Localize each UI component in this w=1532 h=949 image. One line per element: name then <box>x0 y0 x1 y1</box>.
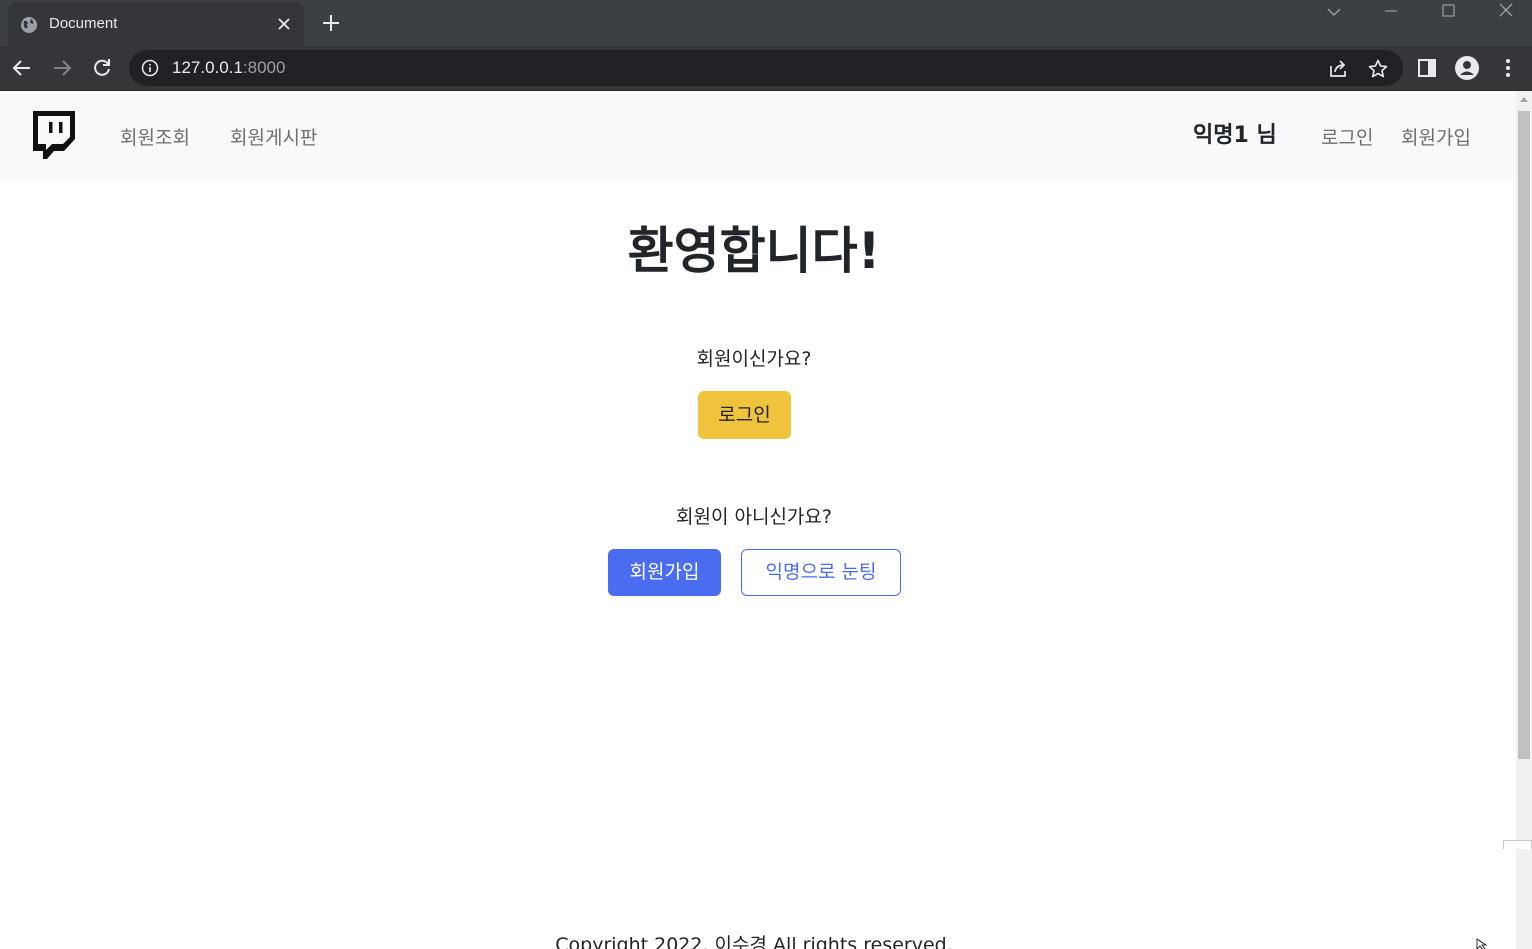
user-greeting: 익명1 님 <box>1193 123 1277 148</box>
page-title: 환영합니다! <box>627 222 881 280</box>
address-bar[interactable]: 127.0.0.1:8000 <box>129 50 1403 86</box>
site-info-icon[interactable] <box>141 59 159 77</box>
browser-tab[interactable]: Document <box>8 2 304 46</box>
tab-title: Document <box>49 15 118 32</box>
site-navbar: 회원조회 회원게시판 익명1 님 로그인 회원가입 <box>0 91 1516 181</box>
url-port: :8000 <box>242 58 286 77</box>
nav-member-list[interactable]: 회원조회 <box>120 123 190 150</box>
tab-search-icon[interactable] <box>1314 0 1354 24</box>
mouse-cursor-icon <box>1476 938 1488 949</box>
side-panel-icon[interactable] <box>1415 56 1439 80</box>
twitch-logo-icon[interactable] <box>31 111 77 161</box>
anonymous-browse-button[interactable]: 익명으로 눈팅 <box>741 549 901 596</box>
translate-popup-corner <box>1503 840 1532 849</box>
browser-toolbar: 127.0.0.1:8000 <box>0 46 1532 90</box>
minimize-icon[interactable] <box>1371 0 1411 24</box>
url-text: 127.0.0.1:8000 <box>172 58 285 78</box>
profile-avatar-icon[interactable] <box>1455 56 1479 80</box>
new-tab-icon[interactable] <box>320 12 342 34</box>
nav-member-board[interactable]: 회원게시판 <box>230 123 317 150</box>
forward-icon[interactable] <box>50 56 74 80</box>
footer-copyright: Copyright 2022. 이수경 All rights reserved. <box>555 934 953 949</box>
page-scrollbar[interactable] <box>1516 91 1532 949</box>
nav-login[interactable]: 로그인 <box>1321 123 1373 150</box>
member-question: 회원이신가요? <box>696 348 812 370</box>
login-button[interactable]: 로그인 <box>698 391 791 439</box>
signup-button[interactable]: 회원가입 <box>608 549 721 596</box>
window-close-icon[interactable] <box>1486 0 1526 24</box>
globe-icon <box>21 17 37 33</box>
kebab-menu-icon[interactable] <box>1496 56 1520 80</box>
close-tab-icon[interactable] <box>274 14 294 34</box>
scrollbar-thumb[interactable] <box>1518 111 1530 759</box>
nonmember-question: 회원이 아니신가요? <box>676 506 832 528</box>
browser-tabstrip: Document <box>0 0 1532 46</box>
bookmark-star-icon[interactable] <box>1367 58 1389 80</box>
url-host: 127.0.0.1 <box>172 58 243 77</box>
scroll-up-arrow-icon[interactable] <box>1520 97 1528 102</box>
share-icon[interactable] <box>1327 58 1349 80</box>
maximize-icon[interactable] <box>1428 0 1468 24</box>
nav-signup[interactable]: 회원가입 <box>1401 123 1471 150</box>
reload-icon[interactable] <box>90 56 114 80</box>
back-icon[interactable] <box>10 56 34 80</box>
page-viewport: 회원조회 회원게시판 익명1 님 로그인 회원가입 환영합니다! 회원이신가요?… <box>0 91 1516 949</box>
